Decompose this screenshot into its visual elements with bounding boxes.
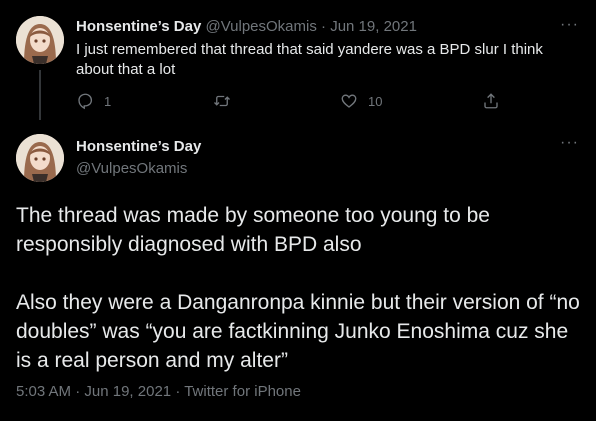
more-icon[interactable]: ··· xyxy=(560,134,579,152)
reply-button[interactable]: 1 xyxy=(76,92,111,110)
main-display-name[interactable]: Honsentine’s Day xyxy=(76,138,201,155)
reply-display-name[interactable]: Honsentine’s Day xyxy=(76,18,201,35)
thread-line xyxy=(39,70,41,120)
tweet-meta: 5:03 AM · Jun 19, 2021 · Twitter for iPh… xyxy=(16,383,301,400)
reply-count: 1 xyxy=(104,93,112,109)
reply-separator: · xyxy=(321,18,327,35)
tweet-paragraph: The thread was made by someone too young… xyxy=(16,204,490,256)
retweet-icon xyxy=(214,95,230,107)
avatar[interactable] xyxy=(16,134,64,182)
reply-text: I just remembered that thread that said … xyxy=(76,41,543,78)
like-button[interactable]: 10 xyxy=(340,92,382,110)
share-icon xyxy=(484,93,498,109)
reply-action-bar: 1 10 xyxy=(76,92,500,112)
meta-separator: · xyxy=(75,383,81,400)
tweet-time[interactable]: 5:03 AM xyxy=(16,383,71,400)
reply-header: Honsentine’s Day @VulpesOkamis · Jun 19,… xyxy=(76,18,417,35)
main-handle[interactable]: @VulpesOkamis xyxy=(76,160,187,177)
tweet-paragraph: Also they were a Danganronpa kinnie but … xyxy=(16,291,580,372)
reply-icon xyxy=(78,93,93,110)
tweet-source[interactable]: Twitter for iPhone xyxy=(184,383,301,400)
avatar-image xyxy=(16,134,64,182)
tweet-date[interactable]: Jun 19, 2021 xyxy=(84,383,171,400)
reply-date[interactable]: Jun 19, 2021 xyxy=(330,18,417,35)
reply-handle[interactable]: @VulpesOkamis xyxy=(205,18,316,35)
like-count: 10 xyxy=(368,93,383,109)
share-button[interactable] xyxy=(482,92,500,110)
more-icon[interactable]: ··· xyxy=(560,16,579,34)
meta-separator: · xyxy=(175,383,181,400)
heart-icon xyxy=(341,94,357,108)
avatar-image xyxy=(16,16,64,64)
avatar[interactable] xyxy=(16,16,64,64)
tweet-text: The thread was made by someone too young… xyxy=(16,201,582,404)
retweet-button[interactable] xyxy=(213,92,241,110)
